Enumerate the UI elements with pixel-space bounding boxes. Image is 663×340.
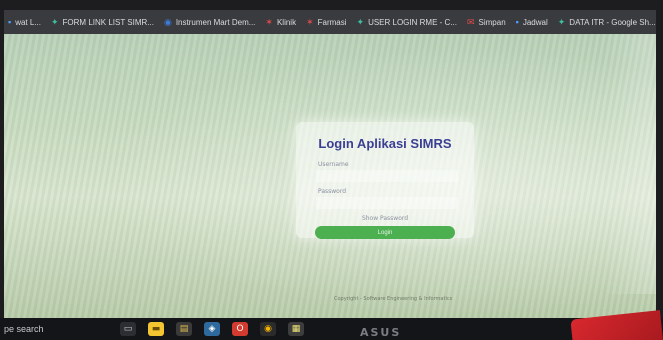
file-explorer-icon[interactable]: ▬ — [148, 322, 164, 336]
star-bookmark-icon: ✦ — [51, 16, 59, 27]
bookmark-label: USER LOGIN RME - C... — [368, 17, 457, 27]
sticky-notes-icon[interactable]: ▦ — [288, 322, 304, 336]
star-bookmark-icon: ✦ — [557, 16, 566, 27]
bookmark-label: wat L... — [15, 17, 41, 27]
globe-icon: ◉ — [163, 16, 172, 27]
login-card: Login Aplikasi SIMRS Username Password S… — [296, 122, 474, 239]
windows-taskbar: pe search ▭ ▬ ▤ ◈ O ◉ ▦ — [0, 318, 663, 340]
notes-icon[interactable]: ▤ — [176, 322, 192, 336]
bookmark-icon: ▪ — [515, 17, 519, 27]
show-password-toggle[interactable]: Show Password — [314, 215, 456, 222]
bookmark-label: Simpan — [478, 17, 506, 27]
task-view-icon[interactable]: ▭ — [120, 322, 136, 336]
bookmark-icon: ▪ — [8, 17, 12, 27]
asus-logo: ASUS — [360, 326, 402, 339]
bookmark-label: Instrumen Mart Dem... — [175, 17, 256, 27]
bookmark-label: Farmasi — [317, 17, 347, 27]
password-label: Password — [318, 188, 347, 195]
login-button[interactable]: Login — [315, 226, 455, 239]
bookmark-item[interactable]: ✦ USER LOGIN RME - C... — [357, 17, 457, 28]
red-bookmark-icon: ✶ — [265, 16, 273, 27]
monitor-bezel: ▪ wat L... ✦ FORM LINK LIST SIMR... ◉ In… — [0, 0, 663, 340]
bookmark-item[interactable]: ✶ Klinik — [265, 17, 296, 28]
username-input[interactable] — [316, 170, 458, 182]
bookmark-label: Jadwal — [522, 17, 548, 27]
opera-icon[interactable]: O — [232, 322, 248, 336]
star-bookmark-icon: ✦ — [356, 16, 365, 27]
bookmark-item[interactable]: ▪ Jadwal — [516, 17, 548, 27]
bookmark-label: Klinik — [276, 17, 297, 27]
bookmark-item[interactable]: ✦ DATA ITR - Google Sh... — [558, 17, 656, 28]
mail-icon: ✉ — [466, 16, 475, 27]
bookmarks-bar: ▪ wat L... ✦ FORM LINK LIST SIMR... ◉ In… — [4, 10, 656, 34]
bookmark-item[interactable]: ✦ FORM LINK LIST SIMR... — [51, 17, 154, 28]
bookmark-item[interactable]: ◉ Instrumen Mart Dem... — [164, 17, 255, 28]
bookmark-item[interactable]: ▪ wat L... — [8, 17, 41, 27]
screen-glare — [604, 34, 656, 294]
footer-copyright: Copyright - Software Engineering & Infor… — [334, 296, 453, 302]
browser-icon[interactable]: ◈ — [204, 322, 220, 336]
username-label: Username — [318, 161, 349, 168]
password-input[interactable] — [316, 197, 458, 209]
bookmark-label: DATA ITR - Google Sh... — [569, 17, 656, 27]
bookmark-item[interactable]: ✶ Farmasi — [306, 17, 346, 28]
red-bookmark-icon: ✶ — [306, 16, 314, 27]
chrome-icon[interactable]: ◉ — [260, 322, 276, 336]
bookmark-label: FORM LINK LIST SIMR... — [62, 17, 154, 27]
browser-screen: ▪ wat L... ✦ FORM LINK LIST SIMR... ◉ In… — [4, 10, 656, 322]
taskbar-search[interactable]: pe search — [0, 324, 114, 334]
login-title: Login Aplikasi SIMRS — [318, 136, 452, 151]
bookmark-item[interactable]: ✉ Simpan — [467, 17, 506, 28]
